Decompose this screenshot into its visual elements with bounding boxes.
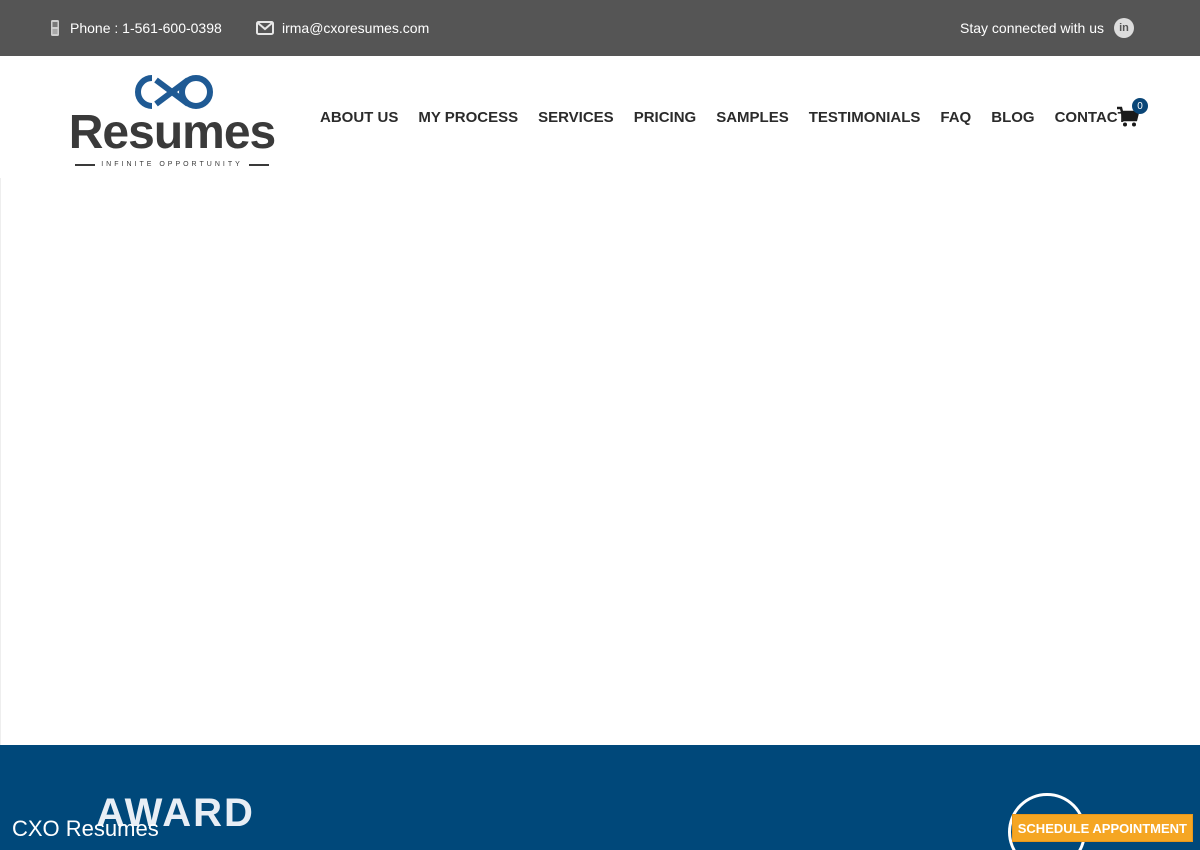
logo-wordmark: Resumes: [68, 106, 276, 159]
sticky-bottom-bar: CXO Resumes SCHEDULE APPOINTMENT: [0, 808, 1200, 850]
main-content-area: [0, 178, 1200, 745]
linkedin-icon[interactable]: in: [1114, 18, 1134, 38]
email-contact[interactable]: irma@cxoresumes.com: [256, 0, 429, 56]
cart-count-badge: 0: [1132, 98, 1148, 114]
phone-contact[interactable]: Phone : 1-561-600-0398: [48, 0, 222, 56]
nav-samples[interactable]: SAMPLES: [706, 109, 799, 126]
phone-text: Phone : 1-561-600-0398: [70, 20, 222, 36]
phone-icon: [48, 20, 62, 36]
envelope-icon: [256, 21, 274, 35]
nav-blog[interactable]: BLOG: [981, 109, 1044, 126]
nav-services[interactable]: SERVICES: [528, 109, 624, 126]
top-bar: Phone : 1-561-600-0398 irma@cxoresumes.c…: [0, 0, 1200, 56]
nav-about-us[interactable]: ABOUT US: [310, 109, 408, 126]
nav-my-process[interactable]: MY PROCESS: [408, 109, 528, 126]
site-logo[interactable]: Resumes INFINITE OPPORTUNITY: [57, 70, 287, 172]
social-label: Stay connected with us: [960, 20, 1104, 36]
nav-pricing[interactable]: PRICING: [624, 109, 707, 126]
social-links: Stay connected with us in: [960, 0, 1134, 56]
tagline-dash-right: [248, 163, 269, 166]
main-nav: ABOUT US MY PROCESS SERVICES PRICING SAM…: [310, 56, 1137, 178]
cart-button[interactable]: 0: [1116, 98, 1148, 130]
sticky-site-title: CXO Resumes: [12, 816, 159, 841]
site-header: Resumes INFINITE OPPORTUNITY ABOUT US MY…: [0, 56, 1200, 178]
nav-testimonials[interactable]: TESTIMONIALS: [799, 109, 931, 126]
tagline-dash-left: [75, 163, 96, 166]
nav-faq[interactable]: FAQ: [930, 109, 981, 126]
logo-tagline-text: INFINITE OPPORTUNITY: [101, 161, 243, 168]
email-text: irma@cxoresumes.com: [282, 20, 430, 36]
schedule-appointment-button[interactable]: SCHEDULE APPOINTMENT: [1011, 814, 1193, 842]
logo-tagline: INFINITE OPPORTUNITY: [57, 161, 287, 168]
